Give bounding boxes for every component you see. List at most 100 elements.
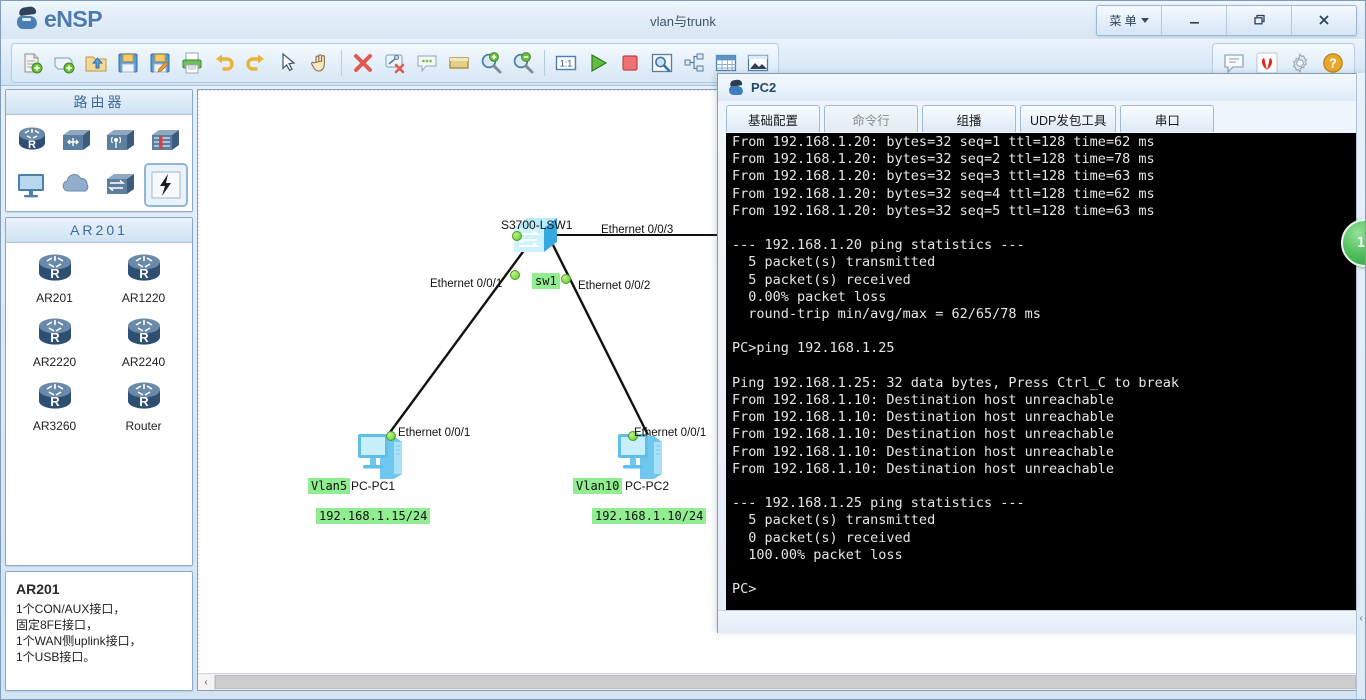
restore-icon (1253, 13, 1266, 28)
rectangle-icon[interactable] (444, 48, 474, 78)
capture-packet-icon[interactable] (647, 48, 677, 78)
pc2-terminal-output[interactable]: From 192.168.1.20: bytes=32 seq=1 ttl=12… (726, 133, 1365, 610)
category-grid: R (6, 115, 192, 211)
new-device-icon[interactable] (49, 48, 79, 78)
window-controls: 菜 单 (1096, 5, 1357, 36)
wlan-category-icon[interactable] (101, 121, 141, 161)
undo-icon[interactable] (209, 48, 239, 78)
open-folder-icon[interactable] (81, 48, 111, 78)
start-device-icon[interactable] (583, 48, 613, 78)
comment-icon[interactable] (412, 48, 442, 78)
pc2-title-bar: PC2 (718, 74, 1365, 101)
router-icon: R (127, 254, 160, 281)
svg-text:R: R (139, 266, 149, 281)
pc2-terminal-window[interactable]: PC2 基础配置 命令行 组播 UDP发包工具 串口 From 192.168.… (717, 73, 1365, 633)
cloud-category-icon[interactable] (57, 165, 97, 205)
device-model-label: AR1220 (121, 291, 166, 305)
router-icon: R (38, 318, 71, 345)
device-model-ar201[interactable]: R AR201 (16, 251, 94, 305)
description-title: AR201 (16, 581, 60, 597)
custom-category-icon[interactable] (143, 163, 188, 207)
tab-udp-tool[interactable]: UDP发包工具 (1020, 105, 1117, 132)
device-model-ar2240[interactable]: R AR2240 (105, 315, 183, 369)
stop-device-icon[interactable] (615, 48, 645, 78)
node-label-pc2: PC-PC2 (625, 479, 670, 493)
router-category-icon[interactable]: R (12, 121, 52, 161)
pc2-status-bar (718, 610, 1365, 633)
close-icon (1317, 13, 1331, 29)
node-tag-pc2: Vlan10 (573, 478, 623, 494)
topology-tree-icon[interactable] (679, 48, 709, 78)
if-eth-0-0-3: Ethernet 0/0/3 (601, 224, 674, 236)
device-model-label: Router (125, 419, 162, 433)
node-ip-pc2: 192.168.1.10/24 (592, 508, 707, 524)
redo-icon[interactable] (241, 48, 271, 78)
menu-button[interactable]: 菜 单 (1097, 6, 1162, 35)
ensp-main-window: eNSP vlan与trunk 菜 单 1:1 ? 路由器 R AR201 R … (0, 0, 1366, 700)
category-panel: 路由器 R (5, 89, 193, 212)
minimize-button[interactable] (1162, 6, 1227, 35)
ensp-logo: eNSP (15, 4, 103, 32)
svg-text:R: R (50, 330, 60, 345)
print-icon[interactable] (177, 48, 207, 78)
zoom-out-icon[interactable] (508, 48, 538, 78)
close-button[interactable] (1292, 6, 1356, 35)
tab-command-line[interactable]: 命令行 (824, 105, 918, 132)
device-model-router[interactable]: R Router (105, 379, 183, 433)
pointer-icon[interactable] (273, 48, 303, 78)
tab-serial-port[interactable]: 串口 (1120, 105, 1215, 132)
ensp-logo-icon (15, 4, 41, 32)
terminal-category-icon[interactable] (12, 165, 52, 205)
connection-category-icon[interactable] (101, 165, 141, 205)
right-edge-strip: ‹ (1356, 73, 1365, 699)
toolbar-left-group: 1:1 (11, 43, 779, 83)
chevron-down-icon (1140, 18, 1149, 23)
canvas-horizontal-scrollbar[interactable]: ‹ (198, 673, 1356, 690)
device-model-ar1220[interactable]: R AR1220 (105, 251, 183, 305)
toolbar-separator (544, 50, 545, 76)
pc2-tab-bar: 基础配置 命令行 组播 UDP发包工具 串口 (718, 101, 1365, 133)
save-as-icon[interactable] (145, 48, 175, 78)
if-eth-0-0-1: Ethernet 0/0/1 (430, 278, 503, 290)
description-line: 1个WAN侧uplink接口， (16, 634, 142, 648)
device-description-panel: AR201 1个CON/AUX接口， 固定8FE接口， 1个WAN侧uplink… (5, 571, 193, 691)
if-pc2-eth: Ethernet 0/0/1 (634, 427, 707, 439)
hand-icon[interactable] (305, 48, 335, 78)
description-line: 1个CON/AUX接口， (16, 602, 126, 616)
link-endpoint-dot (512, 231, 522, 241)
device-sidebar: 路由器 R AR201 R AR201 R AR1220 R AR2220 R … (5, 89, 193, 691)
svg-text:R: R (50, 394, 60, 409)
save-icon[interactable] (113, 48, 143, 78)
if-pc1-eth: Ethernet 0/0/1 (398, 427, 471, 439)
tab-multicast[interactable]: 组播 (922, 105, 1016, 132)
firewall-category-icon[interactable] (146, 121, 186, 161)
link-sw1-pc1 (387, 244, 529, 436)
delete-icon[interactable] (348, 48, 378, 78)
minimize-icon (1188, 13, 1201, 28)
link-endpoint-dot (386, 431, 396, 441)
svg-text:1:1: 1:1 (560, 59, 573, 69)
device-model-ar3260[interactable]: R AR3260 (16, 379, 94, 433)
device-model-ar2220[interactable]: R AR2220 (16, 315, 94, 369)
svg-text:R: R (28, 139, 36, 151)
restore-button[interactable] (1227, 6, 1292, 35)
svg-text:R: R (139, 394, 149, 409)
new-topology-icon[interactable] (17, 48, 47, 78)
ensp-small-logo-icon (727, 79, 745, 96)
delete-link-icon[interactable] (380, 48, 410, 78)
tab-basic-config[interactable]: 基础配置 (726, 105, 820, 132)
device-model-label: AR201 (36, 291, 73, 305)
node-tag-sw1: sw1 (532, 273, 560, 289)
switch-category-icon[interactable] (57, 121, 97, 161)
scrollbar-thumb[interactable] (215, 675, 1356, 689)
scroll-left-arrow-icon[interactable]: ‹ (198, 674, 215, 690)
link-endpoint-dot (561, 274, 571, 284)
zoom-in-icon[interactable] (476, 48, 506, 78)
device-model-label: AR2240 (121, 355, 166, 369)
title-bar: eNSP vlan与trunk 菜 单 (1, 1, 1365, 40)
model-list: R AR201 R AR1220 R AR2220 R AR2240 R AR3… (6, 243, 192, 565)
node-tag-pc1: Vlan5 (308, 478, 351, 494)
zoom-reset-icon[interactable]: 1:1 (551, 48, 581, 78)
link-endpoint-dot (510, 270, 520, 280)
collapse-chevron-icon[interactable]: ‹ (1357, 613, 1365, 624)
